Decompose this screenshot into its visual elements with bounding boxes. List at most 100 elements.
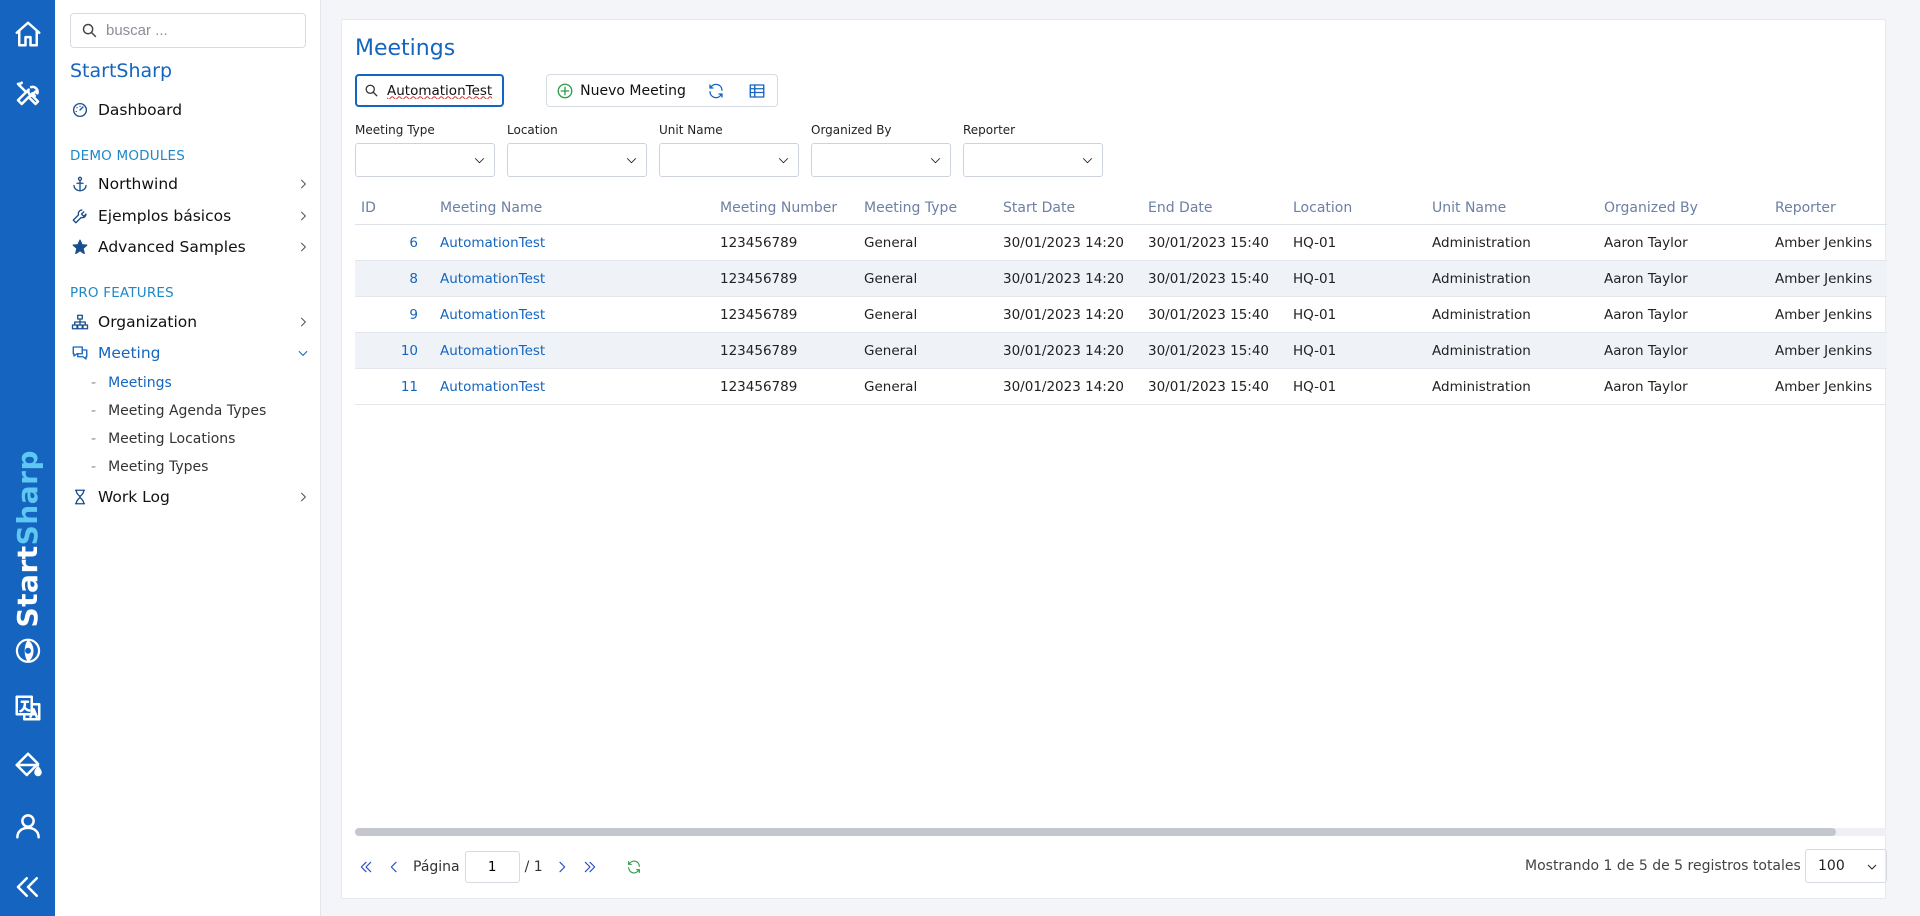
- chevron-right-icon: [296, 240, 310, 254]
- scrollbar-thumb[interactable]: [355, 828, 1836, 836]
- column-header-id[interactable]: ID: [361, 200, 376, 216]
- column-header-meeting-number[interactable]: Meeting Number: [720, 200, 837, 216]
- column-header-organized-by[interactable]: Organized By: [1604, 200, 1698, 216]
- cell-organized-by: Aaron Taylor: [1604, 235, 1688, 251]
- first-page-button[interactable]: [355, 856, 377, 878]
- filter-meeting-type-select[interactable]: [355, 143, 495, 177]
- quick-search-input[interactable]: [387, 82, 497, 99]
- column-header-location[interactable]: Location: [1293, 200, 1352, 216]
- cell-meeting-type: General: [864, 379, 918, 395]
- page-label: Página: [413, 859, 460, 875]
- refresh-icon: [627, 860, 640, 874]
- cell-unit-name: Administration: [1432, 379, 1531, 395]
- grid-body: 6 AutomationTest 123456789 General 30/01/202…: [355, 225, 1887, 405]
- org-chart-icon: [70, 312, 90, 332]
- column-picker-button[interactable]: [736, 74, 778, 107]
- search-icon: [82, 23, 97, 38]
- cell-meeting-number: 123456789: [720, 271, 798, 287]
- sidebar-item-northwind[interactable]: Northwind: [70, 170, 310, 198]
- cell-organized-by: Aaron Taylor: [1604, 271, 1688, 287]
- chevron-right-icon: [296, 315, 310, 329]
- cell-meeting-name-link[interactable]: AutomationTest: [440, 271, 545, 287]
- cell-start-date: 30/01/2023 14:20: [1003, 343, 1125, 359]
- cell-meeting-name-link[interactable]: AutomationTest: [440, 379, 545, 395]
- cell-location: HQ-01: [1293, 271, 1337, 287]
- chevron-right-icon: [296, 490, 310, 504]
- horizontal-scrollbar[interactable]: [355, 828, 1887, 836]
- sidebar-item-organization[interactable]: Organization: [70, 308, 310, 336]
- chevron-down-icon: [1082, 157, 1093, 164]
- sidebar-subitem-meeting-agenda-types[interactable]: - Meeting Agenda Types: [91, 400, 266, 422]
- chevron-down-icon: [1867, 864, 1877, 870]
- sidebar-subitem-meeting-types[interactable]: - Meeting Types: [91, 456, 208, 478]
- column-header-unit-name[interactable]: Unit Name: [1432, 200, 1506, 216]
- cell-start-date: 30/01/2023 14:20: [1003, 235, 1125, 251]
- sidebar-item-work-log[interactable]: Work Log: [70, 483, 310, 511]
- main-panel: Meetings Nuevo Meeting Meeting Type Loca…: [341, 19, 1887, 899]
- column-header-meeting-type[interactable]: Meeting Type: [864, 200, 957, 216]
- cell-meeting-type: General: [864, 271, 918, 287]
- double-chevron-left-icon: [360, 861, 372, 873]
- paint-bucket-icon[interactable]: [0, 745, 55, 785]
- sidebar-item-ejemplos-basicos[interactable]: Ejemplos básicos: [70, 202, 310, 230]
- column-header-start-date[interactable]: Start Date: [1003, 200, 1075, 216]
- cell-location: HQ-01: [1293, 343, 1337, 359]
- sidebar-subitem-meetings[interactable]: - Meetings: [91, 372, 172, 394]
- page-size-select[interactable]: 100: [1805, 849, 1887, 883]
- brand-logo: StartSharp: [0, 450, 55, 665]
- table-row[interactable]: 6 AutomationTest 123456789 General 30/01/202…: [355, 225, 1887, 261]
- reload-button[interactable]: [623, 856, 645, 878]
- cell-location: HQ-01: [1293, 379, 1337, 395]
- cell-id: 6: [409, 235, 418, 251]
- sidebar: StartSharp Dashboard DEMO MODULES Northw…: [55, 0, 321, 916]
- quick-search[interactable]: [355, 74, 504, 107]
- filter-location-select[interactable]: [507, 143, 647, 177]
- pager: Página / 1: [355, 851, 645, 883]
- cell-unit-name: Administration: [1432, 271, 1531, 287]
- cell-end-date: 30/01/2023 15:40: [1148, 271, 1270, 287]
- prev-page-button[interactable]: [383, 856, 405, 878]
- refresh-button[interactable]: [695, 74, 737, 107]
- add-circle-icon: [557, 83, 573, 98]
- table-icon: [749, 83, 764, 98]
- table-row[interactable]: 8 AutomationTest 123456789 General 30/01/202…: [355, 261, 1887, 297]
- sidebar-search[interactable]: [70, 13, 306, 48]
- sidebar-item-meeting[interactable]: Meeting: [70, 339, 310, 367]
- cell-organized-by: Aaron Taylor: [1604, 379, 1688, 395]
- user-icon[interactable]: [0, 806, 55, 846]
- last-page-button[interactable]: [579, 856, 601, 878]
- cell-meeting-number: 123456789: [720, 343, 798, 359]
- cell-meeting-name-link[interactable]: AutomationTest: [440, 343, 545, 359]
- filter-location: Location: [507, 123, 647, 177]
- cell-meeting-name-link[interactable]: AutomationTest: [440, 235, 545, 251]
- table-row[interactable]: 10 AutomationTest 123456789 General 30/01/20…: [355, 333, 1887, 369]
- cell-start-date: 30/01/2023 14:20: [1003, 307, 1125, 323]
- column-header-meeting-name[interactable]: Meeting Name: [440, 200, 542, 216]
- column-header-reporter[interactable]: Reporter: [1775, 200, 1836, 216]
- home-icon[interactable]: [0, 14, 55, 54]
- page-title: Meetings: [355, 36, 456, 61]
- column-header-end-date[interactable]: End Date: [1148, 200, 1213, 216]
- translate-icon[interactable]: [0, 688, 55, 728]
- collapse-icon[interactable]: [0, 867, 55, 907]
- tools-icon[interactable]: [0, 74, 55, 114]
- filter-unit-name-select[interactable]: [659, 143, 799, 177]
- cell-meeting-number: 123456789: [720, 379, 798, 395]
- sidebar-item-dashboard[interactable]: Dashboard: [70, 96, 310, 124]
- filter-reporter-select[interactable]: [963, 143, 1103, 177]
- search-icon: [365, 84, 378, 97]
- sidebar-subitem-meeting-locations[interactable]: - Meeting Locations: [91, 428, 235, 450]
- cell-meeting-name-link[interactable]: AutomationTest: [440, 307, 545, 323]
- sidebar-item-advanced-samples[interactable]: Advanced Samples: [70, 233, 310, 261]
- table-row[interactable]: 11 AutomationTest 123456789 General 30/01/20…: [355, 369, 1887, 405]
- new-meeting-button[interactable]: Nuevo Meeting: [546, 74, 696, 107]
- cell-reporter: Amber Jenkins: [1775, 307, 1873, 323]
- gauge-icon: [70, 100, 90, 120]
- next-page-button[interactable]: [551, 856, 573, 878]
- cell-location: HQ-01: [1293, 307, 1337, 323]
- filter-organized-by-select[interactable]: [811, 143, 951, 177]
- table-row[interactable]: 9 AutomationTest 123456789 General 30/01/202…: [355, 297, 1887, 333]
- page-number-input[interactable]: [464, 851, 520, 883]
- sidebar-search-input[interactable]: [106, 22, 296, 39]
- cell-meeting-type: General: [864, 343, 918, 359]
